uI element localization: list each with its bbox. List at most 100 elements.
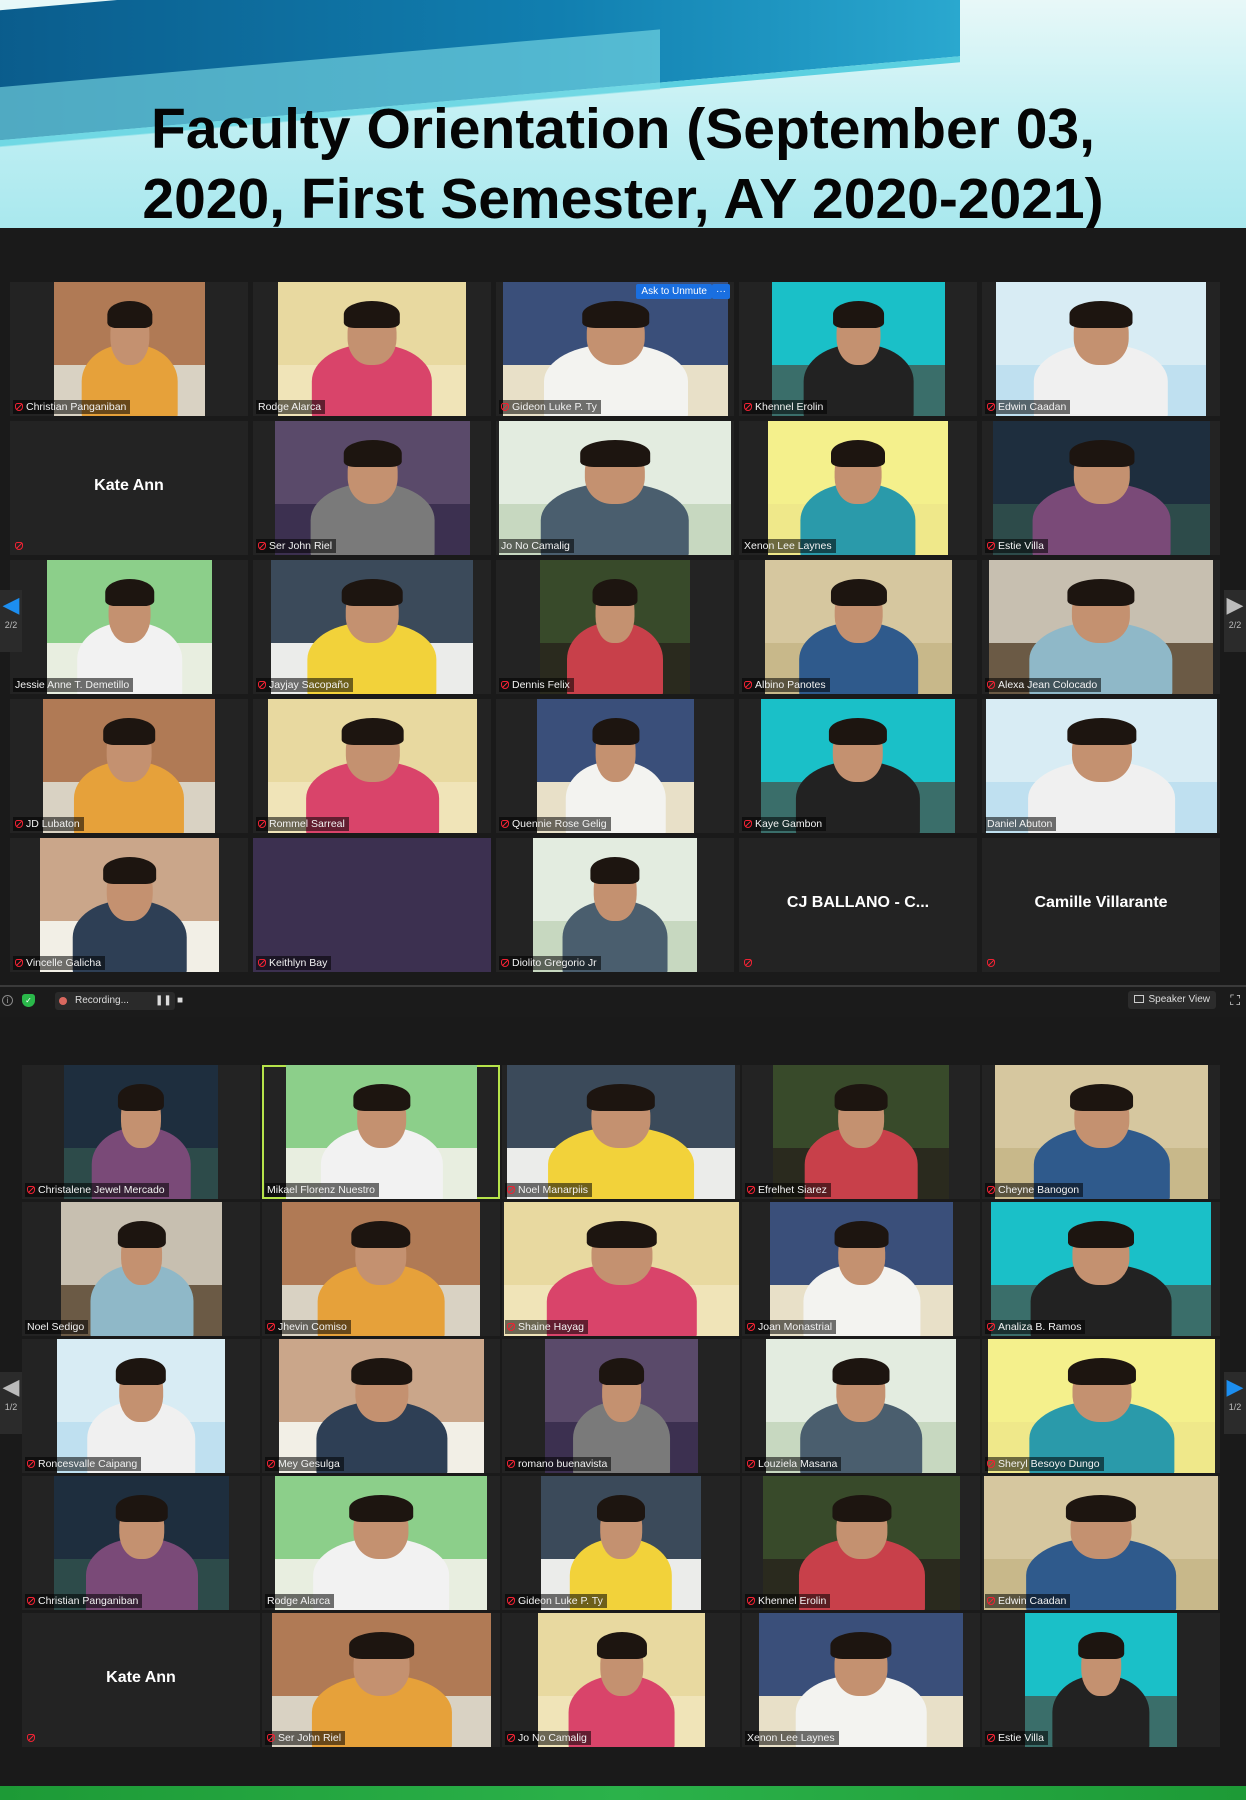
participant-tile[interactable]: Rodge Alarca	[262, 1476, 500, 1610]
participant-tile[interactable]: Rommel Sarreal	[253, 699, 491, 833]
participant-tile[interactable]: Xenon Lee Laynes	[739, 421, 977, 555]
next-page-button-1[interactable]: ▶ 2/2	[1224, 590, 1246, 652]
participant-tile[interactable]: Ser John Riel	[262, 1613, 500, 1747]
more-options-button[interactable]: ···	[712, 284, 730, 299]
participant-name: Dennis Felix	[512, 679, 570, 691]
participant-tile[interactable]: Efrelhet Siarez	[742, 1065, 980, 1199]
video-feed	[759, 1613, 963, 1747]
participant-tile[interactable]: Rodge Alarca	[253, 282, 491, 416]
participant-tile[interactable]: Cheyne Banogon	[982, 1065, 1220, 1199]
participant-tile[interactable]: Noel Manarpiis	[502, 1065, 740, 1199]
participant-hair	[832, 1357, 890, 1385]
fullscreen-icon[interactable]: ⛶	[1230, 992, 1240, 1009]
participant-tile[interactable]: Christian Panganiban	[22, 1476, 260, 1610]
participant-hair	[1069, 1083, 1134, 1111]
participant-tile[interactable]: Noel Sedigo	[22, 1202, 260, 1336]
participant-name-label: Gideon Luke P. Ty	[505, 1594, 607, 1608]
participant-tile[interactable]: Diolito Gregorio Jr	[496, 838, 734, 972]
participant-tile[interactable]: Mikael Florenz Nuestro	[262, 1065, 500, 1199]
participant-name: Diolito Gregorio Jr	[512, 957, 597, 969]
participant-tile[interactable]: Albino Panotes	[739, 560, 977, 694]
participant-name: Gideon Luke P. Ty	[512, 401, 597, 413]
video-feed	[64, 1065, 218, 1199]
participant-tile[interactable]: Daniel Abuton	[982, 699, 1220, 833]
participant-tile[interactable]: Kaye Gambon	[739, 699, 977, 833]
participant-tile[interactable]: Christalene Jewel Mercado	[22, 1065, 260, 1199]
video-feed	[991, 1202, 1211, 1336]
participant-tile[interactable]: CJ BALLANO - C...	[739, 838, 977, 972]
participant-tile[interactable]: romano buenavista	[502, 1339, 740, 1473]
muted-mic-icon	[987, 681, 995, 689]
participant-tile[interactable]: Vincelle Galicha	[10, 838, 248, 972]
participant-name-label: Ser John Riel	[256, 539, 337, 553]
participant-hair	[349, 1494, 413, 1522]
prev-page-button-2[interactable]: ◀ 1/2	[0, 1372, 22, 1434]
speaker-view-icon	[1134, 995, 1145, 1003]
prev-page-button-1[interactable]: ◀ 2/2	[0, 590, 22, 652]
participant-tile[interactable]: Keithlyn Bay	[253, 838, 491, 972]
participant-tile[interactable]: Jo No Camalig	[502, 1613, 740, 1747]
muted-mic-icon	[744, 681, 752, 689]
speaker-view-button[interactable]: Speaker View	[1128, 991, 1216, 1009]
participant-tile[interactable]: Ser John Riel	[253, 421, 491, 555]
participant-tile[interactable]: Khennel Erolin	[742, 1476, 980, 1610]
participant-hair	[831, 439, 885, 467]
shield-icon[interactable]: ✓	[22, 994, 35, 1007]
participant-tile[interactable]: Mey Gesulga	[262, 1339, 500, 1473]
pause-recording-button[interactable]: ❚❚	[155, 995, 172, 1006]
participant-hair	[1065, 1494, 1137, 1522]
participant-tile[interactable]: Xenon Lee Laynes	[742, 1613, 980, 1747]
participant-name: Noel Sedigo	[27, 1321, 85, 1333]
page-indicator-right-1: 2/2	[1228, 620, 1242, 630]
stop-recording-button[interactable]: ■	[177, 995, 183, 1006]
participant-hair	[106, 300, 153, 328]
chevron-right-icon: ▶	[1226, 1374, 1244, 1399]
video-feed	[541, 1476, 701, 1610]
participant-tile[interactable]: Dennis Felix	[496, 560, 734, 694]
participant-tile[interactable]: Edwin Caadan	[982, 1476, 1220, 1610]
participant-name: Jo No Camalig	[501, 540, 570, 552]
video-feed	[275, 1476, 487, 1610]
participant-name-label: Sheryl Besoyo Dungo	[985, 1457, 1104, 1471]
info-icon[interactable]: i	[2, 995, 13, 1006]
muted-mic-icon	[267, 1460, 275, 1468]
participant-hair	[580, 439, 650, 467]
video-feed	[773, 1065, 949, 1199]
participant-tile[interactable]: Shaine Hayag	[502, 1202, 740, 1336]
participant-tile[interactable]: Jayjay Sacopaño	[253, 560, 491, 694]
muted-mic-icon	[987, 1186, 995, 1194]
participant-tile[interactable]: Jhevin Comiso	[262, 1202, 500, 1336]
participant-hair	[830, 1631, 892, 1659]
participant-tile[interactable]: Edwin Caadan	[982, 282, 1220, 416]
participant-tile[interactable]: Christian Panganiban	[10, 282, 248, 416]
participant-tile[interactable]: JD Lubaton	[10, 699, 248, 833]
participant-tile[interactable]: Louziela Masana	[742, 1339, 980, 1473]
participant-tile[interactable]: Analiza B. Ramos	[982, 1202, 1220, 1336]
participant-name-label: Xenon Lee Laynes	[742, 539, 836, 553]
participant-status	[25, 1731, 42, 1745]
participant-tile[interactable]: Gideon Luke P. Ty	[502, 1476, 740, 1610]
participant-name: Analiza B. Ramos	[998, 1321, 1082, 1333]
participant-tile[interactable]: Kate Ann	[10, 421, 248, 555]
participant-tile[interactable]: Estie Villa	[982, 1613, 1220, 1747]
next-page-button-2[interactable]: ▶ 1/2	[1224, 1372, 1246, 1434]
participant-tile[interactable]: Sheryl Besoyo Dungo	[982, 1339, 1220, 1473]
recording-label: Recording...	[75, 995, 129, 1006]
ask-to-unmute-button[interactable]: Ask to Unmute	[636, 284, 712, 299]
participant-tile[interactable]: Gideon Luke P. Ty Ask to Unmute ···	[496, 282, 734, 416]
participant-tile[interactable]: Alexa Jean Colocado	[982, 560, 1220, 694]
participant-tile[interactable]: Khennel Erolin	[739, 282, 977, 416]
participant-tile[interactable]: Camille Villarante	[982, 838, 1220, 972]
participant-tile[interactable]: Estie Villa	[982, 421, 1220, 555]
participant-tile[interactable]: Joan Monastrial	[742, 1202, 980, 1336]
video-feed	[57, 1339, 225, 1473]
participant-tile[interactable]: Jessie Anne T. Demetillo	[10, 560, 248, 694]
participant-tile[interactable]: Quennie Rose Gelig	[496, 699, 734, 833]
participant-tile[interactable]: Kate Ann	[22, 1613, 260, 1747]
participant-tile[interactable]: Roncesvalle Caipang	[22, 1339, 260, 1473]
participant-name-label: Jayjay Sacopaño	[256, 678, 353, 692]
participant-tile[interactable]: Jo No Camalig	[496, 421, 734, 555]
muted-mic-icon	[15, 403, 23, 411]
video-feed	[765, 560, 952, 694]
participant-hair	[117, 1083, 165, 1111]
